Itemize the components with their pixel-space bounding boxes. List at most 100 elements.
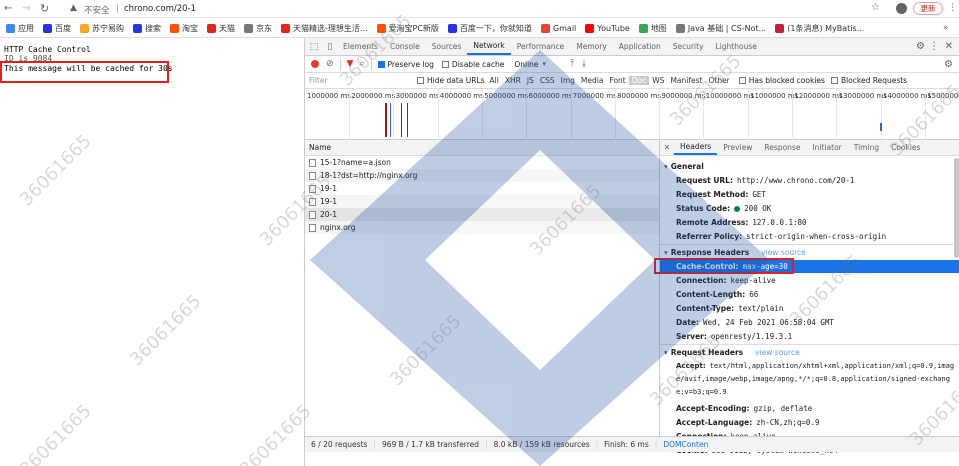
triangle-down-icon: ▾ [664,347,668,357]
preserve-log-checkbox[interactable] [377,60,385,68]
inspect-icon[interactable]: ⬚ [305,42,323,52]
filter-icon[interactable]: ▼ [347,59,354,69]
filter-type-ws[interactable]: WS [649,76,667,85]
name-column-header[interactable]: Name [305,140,659,156]
filter-type-other[interactable]: Other [705,76,732,85]
bookmark-item[interactable]: 百度一下，你就知道 [447,18,532,37]
bookmark-item[interactable]: 百度 [43,18,71,37]
devtools-tab-memory[interactable]: Memory [570,42,613,51]
bookmark-item[interactable]: Java 基础 | CS-Not... [675,18,766,37]
more-icon[interactable]: ⋮ [929,41,939,52]
bookmark-item[interactable]: 搜索 [133,18,161,37]
close-detail-icon[interactable]: ✕ [660,143,674,152]
view-source-link[interactable]: view source [761,248,806,257]
request-row[interactable]: 15-1?name=a.json [305,156,659,169]
view-source-link[interactable]: view source [755,348,800,357]
detail-tab-preview[interactable]: Preview [717,143,758,152]
device-icon[interactable]: ▯ [323,42,337,52]
filter-type-css[interactable]: CSS [537,76,558,85]
avatar[interactable] [896,3,907,14]
bookmarks-overflow-icon[interactable]: » [943,23,949,33]
devtools-tab-network[interactable]: Network [467,38,511,55]
network-settings-icon[interactable]: ⚙ [944,59,953,70]
download-icon[interactable]: ⤓ [582,59,586,69]
request-row[interactable]: 19-1 [305,182,659,195]
detail-tab-headers[interactable]: Headers [674,140,718,155]
request-row[interactable]: 20-1 [305,208,659,221]
devtools-tab-application[interactable]: Application [613,42,667,51]
star-icon[interactable]: ☆ [871,2,880,13]
bookmark-label: 百度一下，你就知道 [459,23,532,33]
bookmark-item[interactable]: 淘宝 [170,18,198,37]
bookmark-item[interactable]: 苏宁易购 [80,18,124,37]
url-text[interactable]: chrono.com/20-1 [124,4,196,14]
throttle-select[interactable]: Online [514,60,538,69]
disable-cache-checkbox[interactable] [441,60,449,68]
devtools-tab-security[interactable]: Security [667,42,710,51]
bookmark-item[interactable]: 天猫 [207,18,235,37]
section-header[interactable]: ▾ General [660,160,959,172]
header-key: Remote Address: [676,218,749,227]
filter-input[interactable]: Filter [305,76,417,85]
devtools-tab-sources[interactable]: Sources [426,42,468,51]
detail-tab-timing[interactable]: Timing [848,143,885,152]
bookmark-item[interactable]: (1条消息) MyBatis... [775,18,864,37]
timeline-bar [385,103,387,137]
blocked-requests-label: Blocked Requests [840,76,908,85]
settings-icon[interactable]: ⚙ [916,41,925,52]
blocked-cookies-checkbox[interactable] [738,77,746,84]
devtools-panel: ⬚ ▯ Elements Console Sources Network Perform… [304,38,959,466]
reload-icon[interactable]: ↻ [40,2,49,15]
bookmark-item[interactable]: 爱淘宝PC新版 [376,18,439,37]
filter-type-font[interactable]: Font [606,76,628,85]
detail-tab-response[interactable]: Response [758,143,806,152]
record-icon[interactable] [311,60,319,68]
request-row[interactable]: nginx.org [305,221,659,234]
bookmark-item[interactable]: 地图 [638,18,667,37]
section-header[interactable]: ▾ Response Headers view source [660,246,959,258]
filter-type-manifest[interactable]: Manifest [667,76,705,85]
timeline-overview[interactable]: 1000000 ms 2000000 ms 3000000 ms 4000000 ms… [305,89,959,140]
bookmark-label: 地图 [650,23,667,33]
filter-type-media[interactable]: Media [578,76,607,85]
detail-tab-cookies[interactable]: Cookies [885,143,926,152]
upload-icon[interactable]: ⤒ [570,59,574,69]
devtools-tab-elements[interactable]: Elements [337,42,384,51]
section-title: General [670,161,704,171]
bookmark-item[interactable]: 京东 [244,18,272,37]
timeline-bar [401,103,402,137]
filter-type-xhr[interactable]: XHR [502,76,524,85]
devtools-tab-lighthouse[interactable]: Lighthouse [710,42,763,51]
request-row[interactable]: 19-1 [305,195,659,208]
filter-type-js[interactable]: JS [524,76,537,85]
section-header[interactable]: ▾ Request Headers view source [660,346,959,358]
scrollbar[interactable] [954,158,959,258]
filter-type-doc[interactable]: Doc [628,76,650,85]
bookmark-favicon-icon [585,23,595,33]
hide-data-urls-checkbox[interactable] [417,77,424,84]
search-icon[interactable]: ⌕ [359,59,364,69]
bookmark-item[interactable]: 应用 [6,18,34,37]
update-button[interactable]: 更新 [913,2,943,15]
menu-icon[interactable]: ⋮ [948,3,957,13]
blocked-requests-checkbox[interactable] [830,77,838,84]
request-row[interactable]: 18-1?dst=http://nginx.org [305,169,659,182]
devtools-tab-performance[interactable]: Performance [511,42,571,51]
clear-icon[interactable]: ⊘ [326,59,334,69]
header-value: e;v=b3;q=0.9 [676,388,727,396]
bookmark-item[interactable]: 天猫精选-理想生活... [281,18,368,37]
back-icon[interactable]: ← [4,3,12,14]
bookmark-item[interactable]: Gmail [540,18,576,37]
detail-tab-initiator[interactable]: Initiator [806,143,847,152]
close-icon[interactable]: ✕ [945,41,953,52]
header-value: 66 [749,290,759,299]
chevron-down-icon[interactable]: ▾ [543,60,547,68]
filter-type-img[interactable]: Img [558,76,578,85]
filter-type-all[interactable]: All [487,76,502,85]
forward-icon[interactable]: → [22,3,30,14]
devtools-tab-console[interactable]: Console [384,42,426,51]
bookmark-label: 淘宝 [182,23,198,33]
bookmark-favicon-icon [775,23,785,33]
hide-data-urls-label: Hide data URLs [427,76,485,85]
bookmark-item[interactable]: YouTube [585,18,630,37]
